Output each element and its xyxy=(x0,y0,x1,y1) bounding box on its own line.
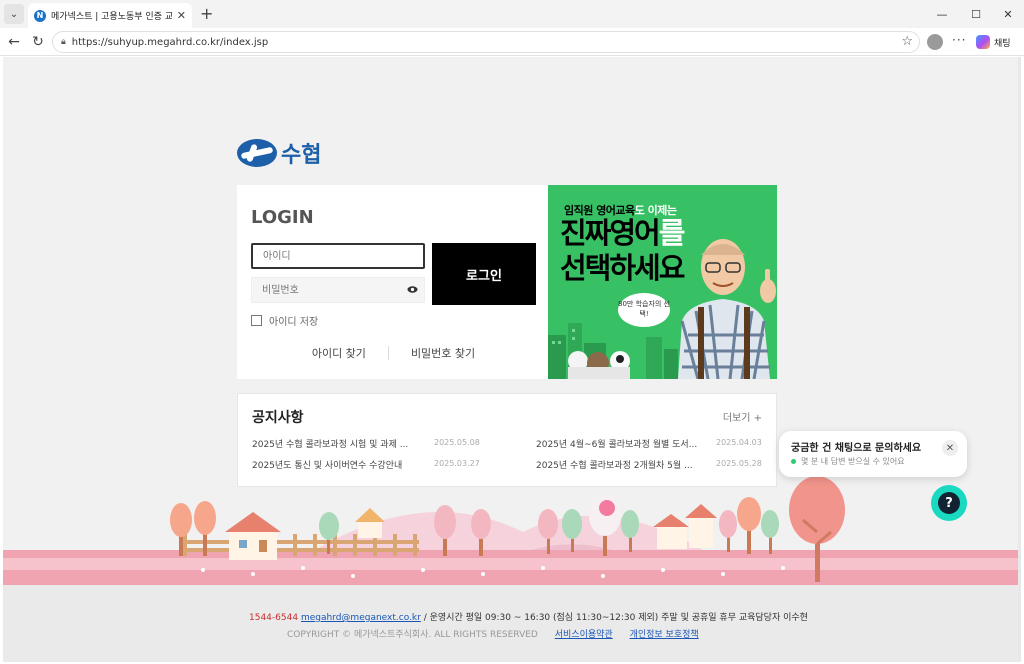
notice-date: 2025.05.08 xyxy=(434,438,480,447)
chat-popup[interactable]: 궁금한 건 채팅으로 문의하세요 몇 분 내 답변 받으실 수 있어요 ✕ xyxy=(779,431,967,477)
suhyup-logo[interactable]: 수협 xyxy=(237,137,321,169)
eye-icon[interactable] xyxy=(407,284,418,295)
login-title: LOGIN xyxy=(251,207,314,228)
banner-line1-black: 진짜영어 xyxy=(560,216,661,250)
password-input[interactable] xyxy=(252,278,402,302)
terms-link[interactable]: 서비스이용약관 xyxy=(555,630,613,640)
login-button[interactable]: 로그인 xyxy=(432,243,536,305)
footer-email-link[interactable]: megahrd@meganext.co.kr xyxy=(301,613,421,623)
footer-phone: 1544-6544 xyxy=(249,613,299,623)
close-window-icon[interactable]: ✕ xyxy=(998,5,1018,23)
star-icon[interactable]: ☆ xyxy=(901,34,913,49)
find-password-link[interactable]: 비밀번호 찾기 xyxy=(389,345,497,361)
chat-popup-subtitle: 몇 분 내 답변 받으실 수 있어요 xyxy=(791,456,905,467)
question-icon: ? xyxy=(938,492,960,514)
url-text: https://suhyup.megahrd.co.kr/index.jsp xyxy=(71,36,269,48)
tab-title: 메가넥스트 | 고용노동부 인증 교육 xyxy=(51,12,172,22)
address-bar-row: ← ↻ 🔒︎ https://suhyup.megahrd.co.kr/inde… xyxy=(0,28,1024,56)
plus-icon[interactable]: + xyxy=(200,4,213,24)
maximize-icon[interactable]: ☐ xyxy=(966,5,986,23)
english-course-banner[interactable]: 임직원 영어교육도 이제는 진짜영어를 선택하세요 80만 학습자의 선택! xyxy=(548,185,777,379)
find-links: 아이디 찾기 비밀번호 찾기 xyxy=(251,345,536,361)
remember-id-label: 아이디 저장 xyxy=(269,317,319,328)
lock-icon: 🔒︎ xyxy=(61,37,66,47)
refresh-icon[interactable]: ↻ xyxy=(28,32,48,52)
notice-more-link[interactable]: 더보기 + xyxy=(723,409,762,424)
footer-legal: COPYRIGHT © 메가넥스트주식회사. ALL RIGHTS RESERV… xyxy=(287,627,699,640)
page-viewport: 수협 LOGIN 로그인 아이디 저장 아이디 찾기 비밀번호 찾기 xyxy=(3,57,1021,662)
speech-bubble: 80만 학습자의 선택! xyxy=(618,293,670,327)
copilot-icon xyxy=(976,35,990,49)
close-icon[interactable]: ✕ xyxy=(942,440,958,456)
chat-launcher-button[interactable]: ? xyxy=(931,485,967,521)
close-icon[interactable]: ✕ xyxy=(177,9,186,22)
logo-text: 수협 xyxy=(281,143,322,168)
banner-title-line2: 선택하세요 xyxy=(560,251,685,285)
id-input[interactable] xyxy=(251,243,425,269)
notice-item[interactable]: 2025년 수협 콜라보과정 시험 및 과제 ... xyxy=(252,437,408,450)
remember-id[interactable]: 아이디 저장 xyxy=(251,313,318,328)
banner-title-line1: 진짜영어를 xyxy=(560,216,685,250)
footer-hours: / 운영시간 평일 09:30 ~ 16:30 (점심 11:30~12:30 … xyxy=(423,613,808,623)
footer-copyright: COPYRIGHT © 메가넥스트주식회사. ALL RIGHTS RESERV… xyxy=(287,630,538,640)
minimize-icon[interactable]: — xyxy=(932,5,952,23)
more-icon[interactable]: ··· xyxy=(952,33,966,47)
scrollbar[interactable] xyxy=(1018,57,1021,662)
privacy-link[interactable]: 개인정보 보호정책 xyxy=(630,630,699,640)
back-icon[interactable]: ← xyxy=(4,32,24,52)
notice-item[interactable]: 2025년 4월~6월 콜라보과정 월별 도서... xyxy=(536,437,697,450)
browser-tab-strip: ⌄ N 메가넥스트 | 고용노동부 인증 교육 ✕ + — ☐ ✕ xyxy=(0,0,1024,28)
tab-menu-icon[interactable]: ⌄ xyxy=(4,4,24,24)
favicon-icon: N xyxy=(34,9,46,22)
chat-subtitle-text: 몇 분 내 답변 받으실 수 있어요 xyxy=(801,457,905,466)
footer xyxy=(3,585,1021,662)
remember-id-checkbox[interactable] xyxy=(251,315,262,326)
browser-tab[interactable]: N 메가넥스트 | 고용노동부 인증 교육 ✕ xyxy=(28,3,192,28)
teacher-illustration xyxy=(678,239,776,379)
notice-title: 공지사항 xyxy=(252,410,304,426)
online-dot-icon xyxy=(791,459,796,464)
copilot-chat-button[interactable]: 채팅 xyxy=(976,32,1011,52)
password-field[interactable] xyxy=(251,277,425,303)
chat-label: 채팅 xyxy=(994,38,1011,49)
footer-contact: 1544-6544 megahrd@meganext.co.kr / 운영시간 … xyxy=(249,610,808,623)
url-field[interactable]: 🔒︎ https://suhyup.megahrd.co.kr/index.js… xyxy=(52,31,920,53)
suhyup-emblem-icon xyxy=(237,139,277,167)
find-id-link[interactable]: 아이디 찾기 xyxy=(290,345,388,361)
chat-popup-title: 궁금한 건 채팅으로 문의하세요 xyxy=(791,443,922,454)
profile-icon[interactable] xyxy=(927,34,943,50)
login-panel: LOGIN 로그인 아이디 저장 아이디 찾기 비밀번호 찾기 xyxy=(237,185,548,379)
notice-date: 2025.04.03 xyxy=(716,438,762,447)
